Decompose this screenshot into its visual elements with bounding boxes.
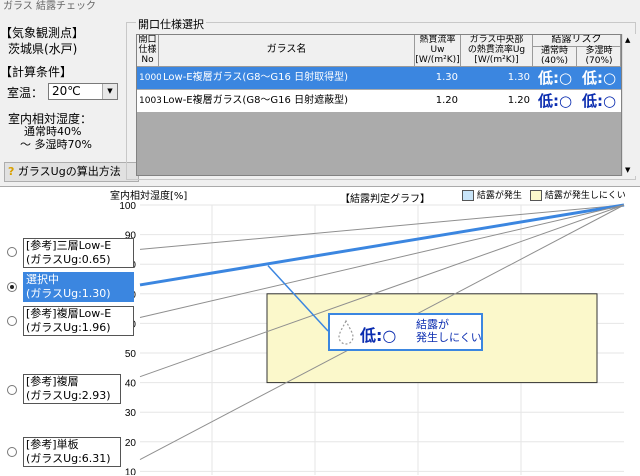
radio-double-lowe[interactable] <box>7 316 17 326</box>
y-tick-label: 10 <box>125 467 137 475</box>
col-risk-normal-line2: (40%) <box>540 56 569 66</box>
room-temp-value: 20℃ <box>52 84 81 98</box>
callout-text-line2: 発生しにくい <box>416 331 482 344</box>
col-no[interactable]: 開口 仕様 No <box>137 35 159 67</box>
callout-risk: 低:○ <box>360 326 397 345</box>
chevron-down-icon[interactable]: ▼ <box>102 84 117 99</box>
spec-group-label: 開口仕様選択 <box>136 16 206 32</box>
scroll-up-icon[interactable]: ▲ <box>625 36 630 44</box>
radio-triple-lowe[interactable] <box>7 247 17 257</box>
col-ug-line3: [W/(m²K)] <box>474 55 519 65</box>
legend-condense-label: 結露が発生 <box>476 191 522 201</box>
legend-condense-swatch <box>462 190 474 201</box>
option-double[interactable]: [参考]複層 (ガラスUg:2.93) <box>23 374 121 404</box>
table-row[interactable]: 1003 Low-E複層ガラス(G8～G16 日射遮蔽型) 1.20 1.20 … <box>137 90 621 112</box>
legend-safe: 結露が発生しにくい <box>530 188 626 201</box>
row-risk-high: 低:○ <box>581 69 617 87</box>
y-tick-label: 100 <box>119 201 136 212</box>
col-risk-high-line2: (70%) <box>585 56 613 66</box>
option-line2: (ガラスUg:1.30) <box>26 287 111 300</box>
option-double-lowe[interactable]: [参考]複層Low-E (ガラスUg:1.96) <box>23 306 134 336</box>
y-tick-label: 20 <box>125 438 137 449</box>
option-line1: [参考]複層Low-E <box>26 307 112 320</box>
water-drop-icon <box>338 319 354 345</box>
station-header: 【気象観測点】 <box>0 26 85 40</box>
col-ug-line2: の熱貫流率Ug <box>467 45 526 55</box>
window-title: ガラス 結露チェック <box>0 0 640 14</box>
room-temp-select[interactable]: 20℃ ▼ <box>48 83 118 100</box>
radio-single[interactable] <box>7 447 17 457</box>
col-uw-line2: Uw <box>430 45 445 55</box>
col-risk-high: 多湿時 (70%) <box>577 46 620 67</box>
row-risk-high: 低:○ <box>581 92 617 110</box>
option-line1: 選択中 <box>26 273 59 286</box>
row-no: 1003 <box>139 96 161 106</box>
col-uw-line1: 熱貫流率 <box>419 35 456 45</box>
option-line1: [参考]三層Low-E <box>26 239 112 252</box>
y-tick-label: 40 <box>125 379 137 390</box>
table-row[interactable]: 1000 Low-E複層ガラス(G8～G16 日射取得型) 1.30 1.30 … <box>137 67 621 89</box>
option-single[interactable]: [参考]単板 (ガラスUg:6.31) <box>23 437 121 467</box>
col-risk-high-line1: 多湿時 <box>585 46 613 56</box>
humidity-high: ～ 多湿時70% <box>20 138 92 151</box>
series-line <box>139 203 625 287</box>
chart-title: 【結露判定グラフ】 <box>340 194 430 205</box>
calc-header: 【計算条件】 <box>0 65 73 79</box>
col-no-line3: No <box>141 55 154 65</box>
col-risk[interactable]: 結露リスク 通常時 (40%) 多湿時 (70%) <box>533 35 621 67</box>
row-ug: 1.20 <box>507 95 530 106</box>
col-risk-normal: 通常時 (40%) <box>533 46 577 67</box>
row-uw: 1.30 <box>435 72 458 83</box>
radio-selected[interactable] <box>7 282 17 292</box>
option-line2: (ガラスUg:0.65) <box>26 253 111 266</box>
col-glass[interactable]: ガラス名 <box>159 35 415 67</box>
row-ug: 1.30 <box>507 72 530 83</box>
option-line1: [参考]複層 <box>26 375 79 388</box>
col-uw[interactable]: 熱貫流率 Uw [W/(m²K)] <box>415 35 461 67</box>
callout-text-line1: 結露が <box>416 318 449 331</box>
option-line1: [参考]単板 <box>26 438 79 451</box>
option-line2: (ガラスUg:1.96) <box>26 321 111 334</box>
y-tick-label: 50 <box>125 349 137 360</box>
help-icon: ? <box>8 165 15 178</box>
y-tick-label: 30 <box>125 408 137 419</box>
risk-callout: 低:○ 結露が 発生しにくい <box>328 313 483 351</box>
chart-ylabel: 室内相対湿度[%] <box>110 191 188 202</box>
col-ug[interactable]: ガラス中央部 の熱貫流率Ug [W/(m²K)] <box>461 35 533 67</box>
col-no-line1: 開口 <box>138 35 157 45</box>
station-name: 茨城県(水戸) <box>8 42 78 56</box>
row-risk-normal: 低:○ <box>537 92 573 110</box>
col-uw-line3: [W/(m²K)] <box>415 55 460 65</box>
radio-double[interactable] <box>7 385 17 395</box>
table-scrollbar[interactable]: ▲ ▼ <box>622 34 636 176</box>
col-risk-normal-line1: 通常時 <box>540 46 568 56</box>
ug-calc-method-button[interactable]: ? ガラスUgの算出方法 <box>4 162 139 182</box>
spec-table[interactable]: 開口 仕様 No ガラス名 熱貫流率 Uw [W/(m²K)] ガラス中央部 の… <box>136 34 622 176</box>
legend-condense: 結露が発生 <box>462 188 522 201</box>
room-temp-label: 室温： <box>7 86 44 100</box>
row-glass: Low-E複層ガラス(G8～G16 日射取得型) <box>163 72 348 83</box>
option-selected[interactable]: 選択中 (ガラスUg:1.30) <box>23 272 134 302</box>
row-uw: 1.20 <box>435 95 458 106</box>
legend-safe-label: 結露が発生しにくい <box>544 191 626 201</box>
option-line2: (ガラスUg:6.31) <box>26 452 111 465</box>
option-line2: (ガラスUg:2.93) <box>26 389 111 402</box>
row-risk-normal: 低:○ <box>537 69 573 87</box>
callout-text: 結露が 発生しにくい <box>416 318 482 344</box>
ug-calc-method-label: ガラスUgの算出方法 <box>17 165 121 178</box>
col-no-line2: 仕様 <box>138 45 157 55</box>
option-triple-lowe[interactable]: [参考]三層Low-E (ガラスUg:0.65) <box>23 238 134 268</box>
col-ug-line1: ガラス中央部 <box>469 35 524 45</box>
row-no: 1000 <box>139 73 161 83</box>
legend-safe-swatch <box>530 190 542 201</box>
scroll-down-icon[interactable]: ▼ <box>625 166 630 174</box>
row-glass: Low-E複層ガラス(G8～G16 日射遮蔽型) <box>163 95 348 106</box>
